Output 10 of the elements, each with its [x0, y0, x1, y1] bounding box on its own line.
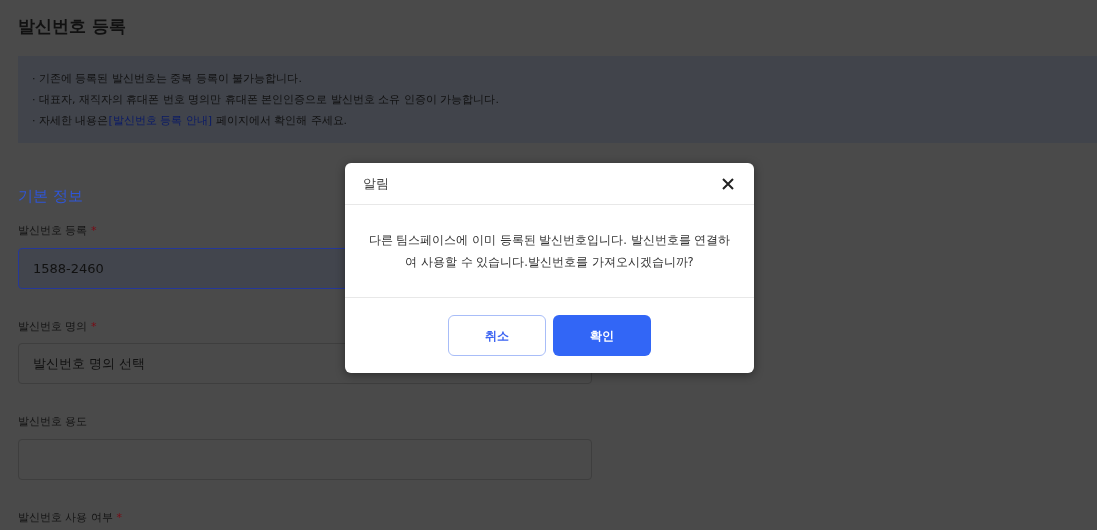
dialog-message: 다른 팀스페이스에 이미 등록된 발신번호입니다. 발신번호를 연결하여 사용할 수 있습니다.발신번호를 가져오시겠습니까?	[345, 205, 754, 298]
confirm-button[interactable]: 확인	[553, 315, 651, 356]
close-button[interactable]	[720, 175, 736, 192]
required-mark: *	[91, 319, 97, 333]
cancel-button[interactable]: 취소	[448, 315, 546, 356]
required-mark: *	[116, 510, 122, 524]
dialog-title: 알림	[363, 174, 389, 193]
required-mark: *	[91, 224, 97, 238]
page-title: 발신번호 등록	[18, 16, 127, 37]
section-title: 기본 정보	[18, 187, 84, 206]
